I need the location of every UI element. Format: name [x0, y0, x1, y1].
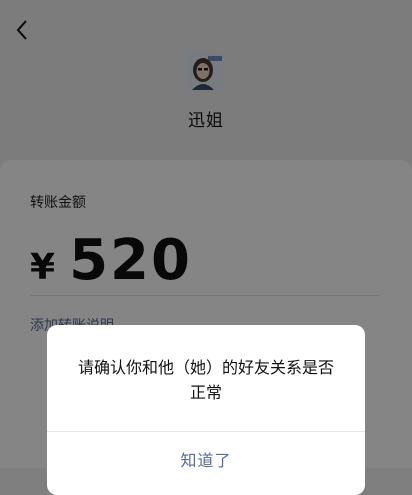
dialog-message: 请确认你和他（她）的好友关系是否正常 — [77, 358, 334, 402]
confirm-button[interactable]: 知道了 — [47, 432, 365, 486]
alert-dialog: 请确认你和他（她）的好友关系是否正常 知道了 — [47, 325, 365, 495]
